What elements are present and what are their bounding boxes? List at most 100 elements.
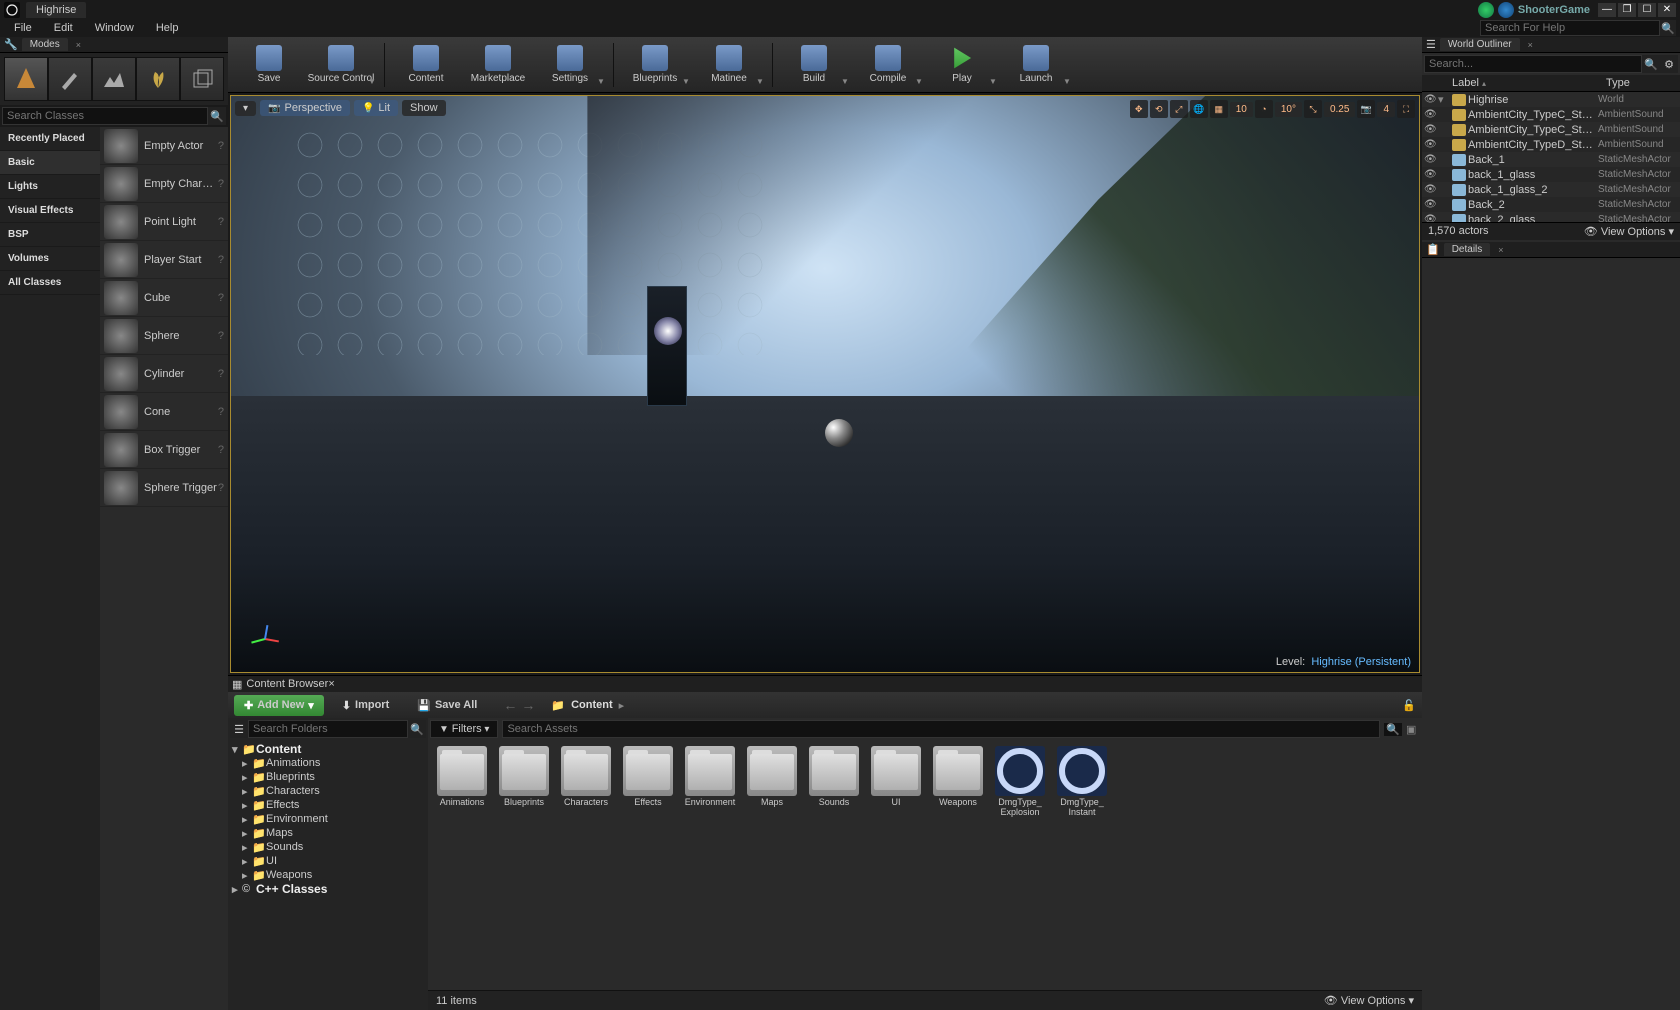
source-folder[interactable]: ▸📁Blueprints <box>228 770 428 784</box>
menu-window[interactable]: Window <box>85 20 144 36</box>
view-options-button[interactable]: 👁 View Options ▾ <box>1324 994 1414 1007</box>
show-button[interactable]: Show <box>402 100 446 116</box>
source-folder[interactable]: ▸📁Sounds <box>228 840 428 854</box>
source-folder[interactable]: ▸📁Animations <box>228 756 428 770</box>
asset-item[interactable]: DmgType_ Explosion <box>992 746 1048 818</box>
asset-folder[interactable]: Characters <box>558 746 614 818</box>
search-icon[interactable]: 🔍 <box>1642 55 1660 73</box>
category-bsp[interactable]: BSP <box>0 223 100 247</box>
outliner-row[interactable]: 👁▾HighriseWorld <box>1422 92 1680 107</box>
scale-snap-icon[interactable]: ⤡ <box>1304 100 1322 118</box>
search-folders-input[interactable] <box>248 720 408 738</box>
category-lights[interactable]: Lights <box>0 175 100 199</box>
help-icon[interactable]: ? <box>218 444 224 456</box>
foliage-mode-button[interactable] <box>136 57 180 101</box>
settings-button[interactable]: Settings <box>535 40 605 90</box>
visibility-icon[interactable]: 👁 <box>1424 184 1438 195</box>
search-icon[interactable]: 🔍 <box>1660 20 1676 36</box>
dropdown-icon[interactable]: ▼ <box>682 77 692 86</box>
dropdown-icon[interactable]: ▼ <box>368 77 378 86</box>
place-item[interactable]: Point Light? <box>100 203 228 241</box>
save-all-button[interactable]: 💾 Save All <box>407 695 487 716</box>
angle-snap-icon[interactable]: ◔ <box>1255 100 1273 118</box>
breadcrumb[interactable]: Content <box>571 699 613 711</box>
launch-button[interactable]: Launch <box>1001 40 1071 90</box>
matinee-button[interactable]: Matinee <box>694 40 764 90</box>
source-folder[interactable]: ▸📁Effects <box>228 798 428 812</box>
title-tab[interactable]: Highrise <box>26 2 86 18</box>
place-mode-button[interactable] <box>4 57 48 101</box>
folder-icon[interactable]: 📁 <box>551 699 565 712</box>
details-tab[interactable]: Details <box>1444 243 1491 256</box>
dropdown-icon[interactable]: ▼ <box>841 77 851 86</box>
place-item[interactable]: Player Start? <box>100 241 228 279</box>
asset-folder[interactable]: Sounds <box>806 746 862 818</box>
save-search-icon[interactable]: ▣ <box>1406 723 1420 736</box>
outliner-row[interactable]: 👁Back_1StaticMeshActor <box>1422 152 1680 167</box>
asset-folder[interactable]: Environment <box>682 746 738 818</box>
menu-help[interactable]: Help <box>146 20 189 36</box>
asset-folder[interactable]: Weapons <box>930 746 986 818</box>
content-button[interactable]: Content <box>391 40 461 90</box>
lit-button[interactable]: 💡 Lit <box>354 100 398 116</box>
camera-speed-value[interactable]: 4 <box>1377 102 1395 117</box>
source-root-cpp[interactable]: ▸©C++ Classes <box>228 882 428 896</box>
expand-icon[interactable]: ▾ <box>1438 93 1452 106</box>
source-control-icon[interactable] <box>1498 2 1514 18</box>
asset-item[interactable]: DmgType_ Instant <box>1054 746 1110 818</box>
view-options-button[interactable]: 👁 View Options ▾ <box>1584 225 1674 238</box>
help-icon[interactable]: ? <box>218 254 224 266</box>
visibility-icon[interactable]: 👁 <box>1424 154 1438 165</box>
outliner-row[interactable]: 👁back_1_glass_2StaticMeshActor <box>1422 182 1680 197</box>
close-tab-icon[interactable]: × <box>1528 40 1533 50</box>
search-icon[interactable]: 🔍 <box>408 720 426 738</box>
close-button[interactable]: ✕ <box>1658 3 1676 17</box>
outliner-row[interactable]: 👁AmbientCity_TypeC_StereoAmbientSound <box>1422 107 1680 122</box>
transform-scale-icon[interactable]: ⤢ <box>1170 100 1188 118</box>
viewport-menu-button[interactable]: ▾ <box>235 101 256 116</box>
history-back-button[interactable]: ← <box>503 697 517 713</box>
dropdown-icon[interactable]: ▼ <box>989 77 999 86</box>
marketplace-button[interactable]: Marketplace <box>463 40 533 90</box>
place-item[interactable]: Empty Character? <box>100 165 228 203</box>
outliner-row[interactable]: 👁back_1_glassStaticMeshActor <box>1422 167 1680 182</box>
dropdown-icon[interactable]: ▼ <box>597 77 607 86</box>
menu-file[interactable]: File <box>4 20 42 36</box>
help-icon[interactable]: ? <box>218 178 224 190</box>
landscape-mode-button[interactable] <box>92 57 136 101</box>
paint-mode-button[interactable] <box>48 57 92 101</box>
search-icon[interactable]: 🔍 <box>1384 723 1402 736</box>
asset-folder[interactable]: Animations <box>434 746 490 818</box>
visibility-icon[interactable]: 👁 <box>1424 94 1438 105</box>
help-icon[interactable]: ? <box>218 368 224 380</box>
outliner-row[interactable]: 👁AmbientCity_TypeD_Stereo_AmbientSound <box>1422 137 1680 152</box>
add-new-button[interactable]: ✚ Add New ▾ <box>234 695 324 716</box>
help-icon[interactable]: ? <box>218 216 224 228</box>
visibility-icon[interactable]: 👁 <box>1424 109 1438 120</box>
geometry-mode-button[interactable] <box>180 57 224 101</box>
help-icon[interactable]: ? <box>218 330 224 342</box>
source-folder[interactable]: ▸📁Weapons <box>228 868 428 882</box>
source-folder[interactable]: ▸📁UI <box>228 854 428 868</box>
visibility-icon[interactable]: 👁 <box>1424 214 1438 222</box>
place-item[interactable]: Sphere Trigger? <box>100 469 228 507</box>
snap-toggle-icon[interactable]: ▦ <box>1210 100 1228 118</box>
save-button[interactable]: Save <box>234 40 304 90</box>
menu-edit[interactable]: Edit <box>44 20 83 36</box>
close-tab-icon[interactable]: × <box>76 40 81 50</box>
outliner-row[interactable]: 👁Back_2StaticMeshActor <box>1422 197 1680 212</box>
source-control-button[interactable]: Source Control <box>306 40 376 90</box>
category-recently-placed[interactable]: Recently Placed <box>0 127 100 151</box>
category-basic[interactable]: Basic <box>0 151 100 175</box>
search-icon[interactable]: 🔍 <box>208 107 226 125</box>
modes-tab[interactable]: Modes <box>22 38 68 51</box>
category-volumes[interactable]: Volumes <box>0 247 100 271</box>
minimize-button[interactable]: — <box>1598 3 1616 17</box>
asset-folder[interactable]: Maps <box>744 746 800 818</box>
category-all-classes[interactable]: All Classes <box>0 271 100 295</box>
help-icon[interactable]: ? <box>218 482 224 494</box>
outliner-header[interactable]: Label ▴Type <box>1422 75 1680 92</box>
lock-icon[interactable]: 🔓 <box>1402 699 1416 712</box>
dropdown-icon[interactable]: ▼ <box>915 77 925 86</box>
sources-toggle-icon[interactable]: ☰ <box>230 720 248 738</box>
